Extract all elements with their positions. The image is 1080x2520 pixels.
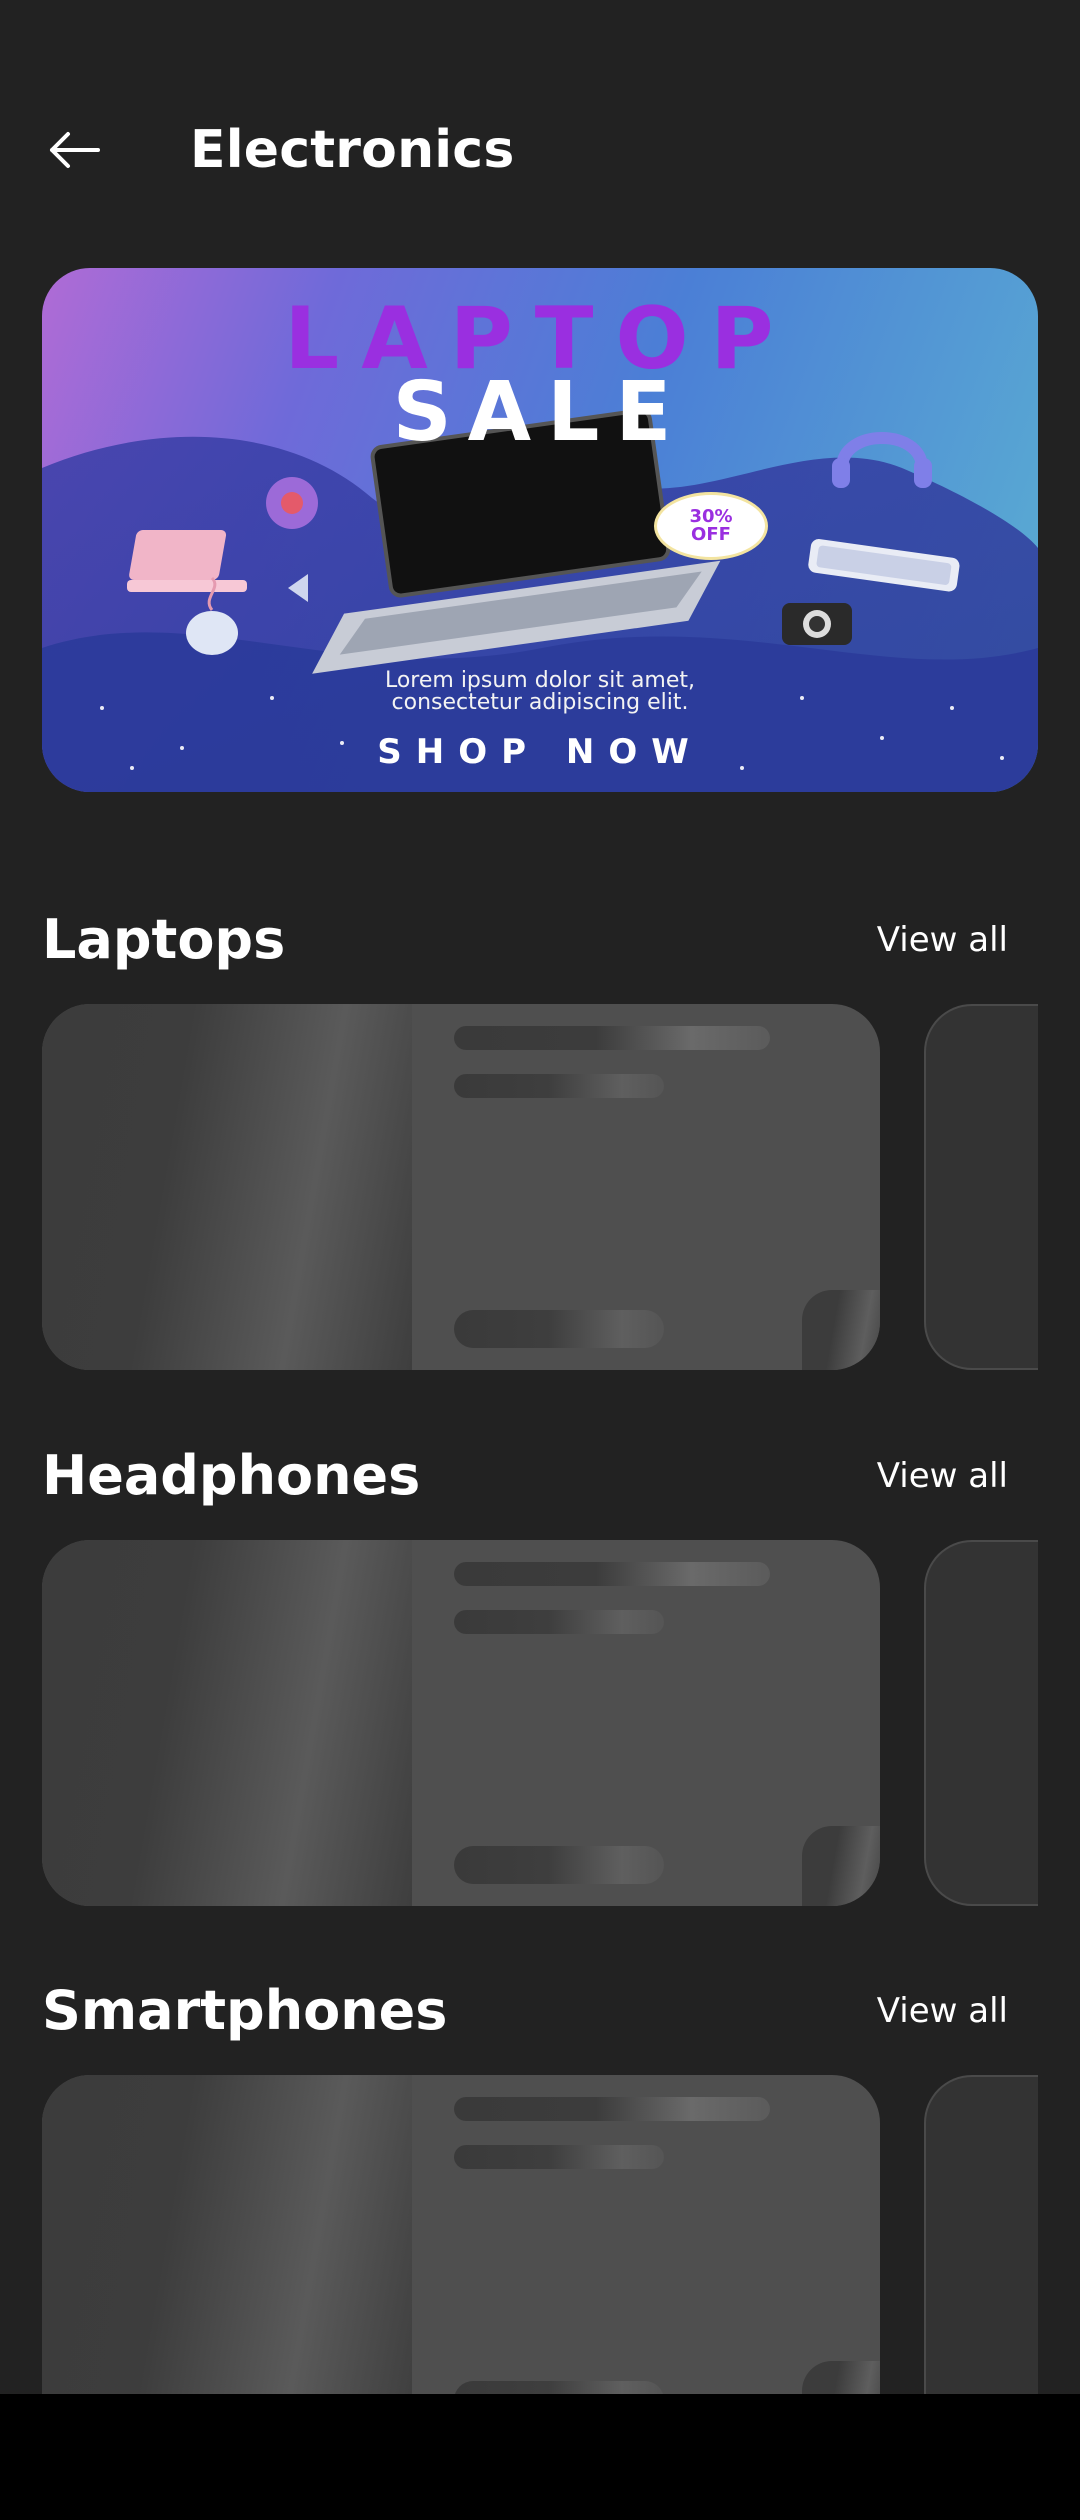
product-price-placeholder (454, 1846, 664, 1884)
add-to-cart-placeholder (802, 1826, 880, 1906)
product-card-skeleton-next[interactable] (924, 2075, 1038, 2441)
product-title-placeholder (454, 2097, 770, 2121)
product-card-skeleton[interactable] (42, 2075, 880, 2441)
product-title-placeholder (454, 1562, 770, 1586)
view-all-smartphones-link[interactable]: View all (877, 1991, 1008, 2031)
shop-now-button[interactable]: SHOP NOW (42, 732, 1038, 772)
view-all-headphones-link[interactable]: View all (877, 1456, 1008, 1496)
product-card-skeleton-next[interactable] (924, 1540, 1038, 1906)
banner-description-line-2: consectetur adipiscing elit. (391, 690, 689, 715)
product-card-skeleton[interactable] (42, 1540, 880, 1906)
section-title: Laptops (42, 908, 286, 971)
back-button[interactable] (36, 118, 112, 182)
page-title: Electronics (190, 120, 515, 180)
product-image-placeholder (42, 1004, 412, 1370)
product-price-placeholder (454, 1310, 664, 1348)
view-all-laptops-link[interactable]: View all (877, 920, 1008, 960)
section-laptops: Laptops View all (0, 900, 1080, 1380)
product-card-skeleton-next[interactable] (924, 1004, 1038, 1370)
banner-description-line-1: Lorem ipsum dolor sit amet, (384, 668, 696, 693)
section-headphones: Headphones View all (0, 1436, 1080, 1916)
banner-headline-2: SALE (392, 365, 688, 460)
product-card-skeleton[interactable] (42, 1004, 880, 1370)
arrow-left-icon (50, 132, 100, 168)
add-to-cart-placeholder (802, 1290, 880, 1370)
system-navigation-bar (0, 2394, 1080, 2520)
discount-badge: 30% OFF (654, 492, 768, 560)
section-title: Headphones (42, 1444, 421, 1507)
section-title: Smartphones (42, 1979, 448, 2042)
product-image-placeholder (42, 2075, 412, 2441)
section-smartphones: Smartphones View all (0, 1971, 1080, 2451)
discount-label: OFF (691, 524, 731, 545)
product-title-placeholder (454, 1026, 770, 1050)
product-subtitle-placeholder (454, 1074, 664, 1098)
product-image-placeholder (42, 1540, 412, 1906)
banner-description: Lorem ipsum dolor sit amet, consectetur … (42, 670, 1038, 714)
app-bar: Electronics (0, 0, 1080, 240)
promo-banner[interactable]: LAPTOP SALE 30% OFF Lorem ipsum dolor si… (42, 268, 1038, 792)
product-subtitle-placeholder (454, 1610, 664, 1634)
product-subtitle-placeholder (454, 2145, 664, 2169)
